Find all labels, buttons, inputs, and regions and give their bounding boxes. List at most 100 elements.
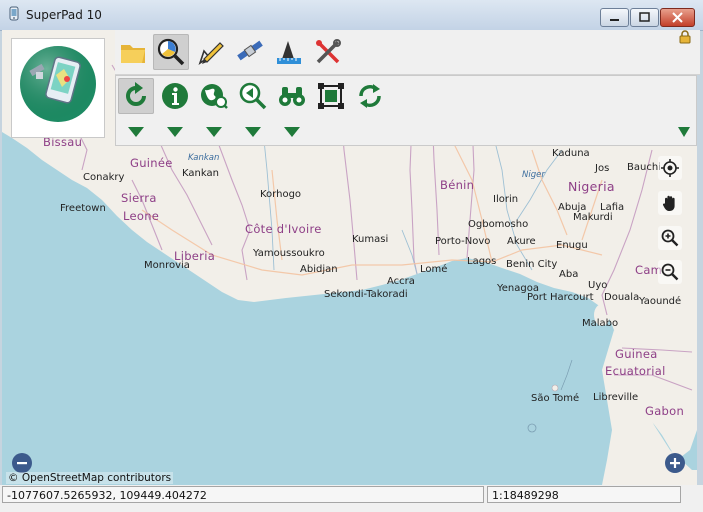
close-icon xyxy=(672,12,683,23)
label-nigeria: Nigeria xyxy=(568,179,615,194)
label-aba: Aba xyxy=(559,269,579,280)
info-button[interactable] xyxy=(157,78,193,114)
zoom-in-icon xyxy=(661,229,679,247)
label-leone: Leone xyxy=(123,209,160,223)
find-dropdown-icon[interactable] xyxy=(284,127,300,137)
label-sao-tome: São Tomé xyxy=(531,393,580,404)
label-guinee: Guinée xyxy=(130,156,173,170)
label-guinea: Guinea xyxy=(615,347,658,361)
magnifier-chart-icon xyxy=(157,38,185,66)
label-malabo: Malabo xyxy=(582,318,619,329)
label-port-harcourt: Port Harcourt xyxy=(527,292,594,303)
app-logo xyxy=(11,38,105,138)
zoom-in-tool-button[interactable] xyxy=(658,226,682,250)
label-akure: Akure xyxy=(507,236,536,247)
sync-icon xyxy=(359,84,381,108)
label-bauchi: Bauchi xyxy=(627,162,661,173)
label-yaounde: Yaoundé xyxy=(639,296,682,307)
label-douala: Douala xyxy=(604,292,640,303)
toolbar-row-main xyxy=(115,30,700,75)
crosshair-icon xyxy=(661,159,679,177)
zoom-back-button[interactable] xyxy=(235,78,271,114)
find-button[interactable] xyxy=(274,78,310,114)
settings-button[interactable] xyxy=(310,34,346,70)
zoom-out-icon xyxy=(661,263,679,281)
globe-search-button[interactable] xyxy=(196,78,232,114)
refresh-icon xyxy=(126,82,146,106)
label-cote-divoire: Côte d'Ivoire xyxy=(245,222,322,236)
label-sierra: Sierra xyxy=(121,191,157,205)
minimize-button[interactable] xyxy=(600,8,629,27)
coordinates-field: -1077607.5265932, 109449.404272 xyxy=(2,486,484,503)
superpad-logo-icon xyxy=(20,46,96,122)
label-benin: Bénin xyxy=(440,178,475,192)
pan-button[interactable] xyxy=(658,191,682,215)
select-frame-button[interactable] xyxy=(313,78,349,114)
refresh-button[interactable] xyxy=(118,78,154,114)
satellite-icon xyxy=(237,40,263,61)
gps-button[interactable] xyxy=(232,34,268,70)
label-korhogo: Korhogo xyxy=(260,189,302,200)
minimize-icon xyxy=(610,19,619,21)
label-monrovia: Monrovia xyxy=(144,260,190,271)
label-benin-city: Benin City xyxy=(506,259,558,270)
hand-icon xyxy=(662,195,675,211)
pencil-draw-icon xyxy=(198,42,224,65)
label-freetown: Freetown xyxy=(60,203,106,214)
label-porto-novo: Porto-Novo xyxy=(435,236,491,247)
label-enugu: Enugu xyxy=(556,240,588,251)
label-lome: Lomé xyxy=(420,264,448,275)
analysis-button[interactable] xyxy=(153,34,189,70)
measure-button[interactable] xyxy=(271,34,307,70)
toolbar-expand-icon[interactable] xyxy=(678,127,690,137)
refresh-dropdown-icon[interactable] xyxy=(128,127,144,137)
maximize-button[interactable] xyxy=(630,8,659,27)
label-ogbomosho: Ogbomosho xyxy=(468,219,529,230)
label-kumasi: Kumasi xyxy=(352,234,389,245)
open-folder-button[interactable] xyxy=(115,34,151,70)
label-niger-river: Niger xyxy=(522,170,545,180)
label-gabon: Gabon xyxy=(645,404,685,418)
ribbon-toolbar xyxy=(5,30,700,146)
info-icon xyxy=(162,83,188,109)
app-icon xyxy=(9,6,19,21)
label-libreville: Libreville xyxy=(593,392,639,403)
label-conakry: Conakry xyxy=(83,172,125,183)
info-dropdown-icon[interactable] xyxy=(167,127,183,137)
globe-dropdown-icon[interactable] xyxy=(206,127,222,137)
label-makurdi: Makurdi xyxy=(573,212,613,223)
locate-button[interactable] xyxy=(658,156,682,180)
zoom-out-button[interactable] xyxy=(12,453,32,473)
label-kaduna: Kaduna xyxy=(552,148,590,159)
select-frame-icon xyxy=(318,83,344,109)
zoom-out-tool-button[interactable] xyxy=(658,260,682,284)
maximize-icon xyxy=(639,12,650,22)
label-kankan: Kankan xyxy=(182,168,219,179)
label-sekondi-takoradi: Sekondi-Takoradi xyxy=(324,289,408,300)
plus-icon xyxy=(670,458,680,468)
label-kankan-river: Kankan xyxy=(188,153,220,163)
tools-settings-icon xyxy=(316,39,341,64)
draw-button[interactable] xyxy=(193,34,229,70)
zoom-back-dropdown-icon[interactable] xyxy=(245,127,261,137)
window-title: SuperPad 10 xyxy=(26,8,102,22)
toolbar-row-sub xyxy=(115,75,697,146)
label-abidjan: Abidjan xyxy=(300,264,338,275)
label-accra: Accra xyxy=(387,276,415,287)
label-lagos: Lagos xyxy=(467,256,497,267)
minus-icon xyxy=(17,462,27,465)
globe-search-icon xyxy=(201,84,228,109)
label-ilorin: Ilorin xyxy=(493,194,519,205)
sync-button[interactable] xyxy=(352,78,388,114)
lock-icon[interactable] xyxy=(678,30,692,44)
scale-field: 1:18489298 xyxy=(487,486,681,503)
label-yamoussoukro: Yamoussoukro xyxy=(253,248,325,259)
zoom-in-button[interactable] xyxy=(665,453,685,473)
label-uyo: Uyo xyxy=(588,280,608,291)
map-attribution: © OpenStreetMap contributors xyxy=(6,472,174,484)
label-jos: Jos xyxy=(595,163,610,174)
open-folder-icon xyxy=(121,45,145,63)
close-button[interactable] xyxy=(660,8,695,27)
ruler-measure-icon xyxy=(277,41,301,64)
label-ecuatorial: Ecuatorial xyxy=(605,364,666,378)
